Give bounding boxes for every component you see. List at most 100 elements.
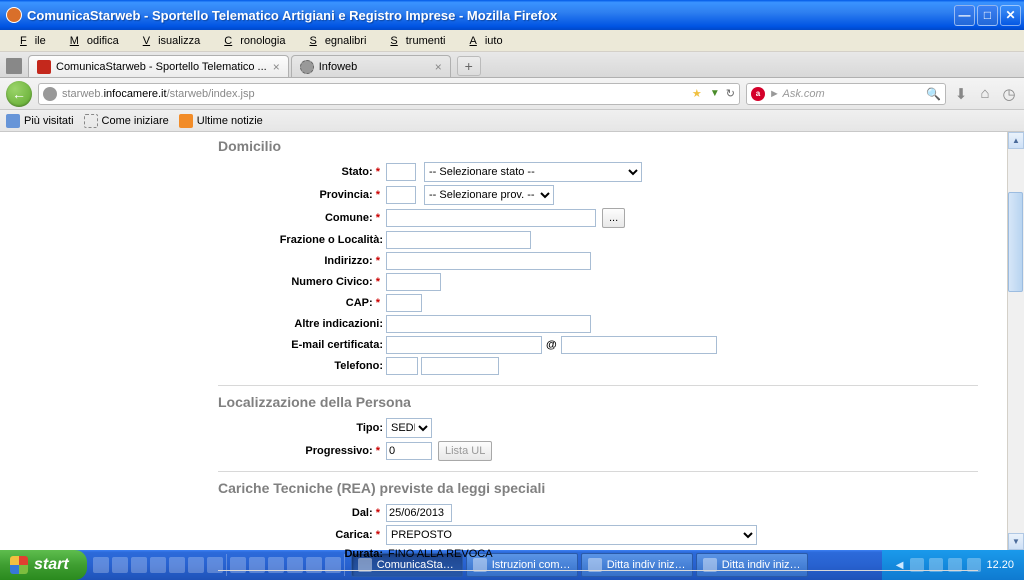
label-comune: Comune: * xyxy=(218,212,386,224)
label-durata: Durata: xyxy=(218,548,386,560)
ql-icon[interactable] xyxy=(131,557,147,573)
page-icon xyxy=(84,114,98,128)
menubar: File Modifica Visualizza Cronologia Segn… xyxy=(0,30,1024,52)
new-tab-button[interactable]: + xyxy=(457,56,481,76)
tab-close-icon[interactable]: × xyxy=(273,60,280,74)
value-durata: FINO ALLA REVOCA xyxy=(386,548,493,560)
section-domicilio: Domicilio xyxy=(218,138,1007,154)
bookmark-mostvisited[interactable]: Più visitati xyxy=(6,114,74,128)
bookmark-ultimenotizie[interactable]: Ultime notizie xyxy=(179,114,263,128)
select-tipo[interactable]: SEDE xyxy=(386,418,432,438)
ql-icon[interactable] xyxy=(150,557,166,573)
label-tipo: Tipo: xyxy=(218,422,386,434)
url-bar[interactable]: starweb.infocamere.it/starweb/index.jsp … xyxy=(38,83,740,105)
label-indirizzo: Indirizzo: * xyxy=(218,255,386,267)
input-civico[interactable] xyxy=(386,273,441,291)
section-localizzazione: Localizzazione della Persona xyxy=(218,394,1007,410)
print-icon[interactable] xyxy=(6,58,22,74)
close-button[interactable]: ✕ xyxy=(1000,5,1021,26)
section-cariche: Cariche Tecniche (REA) previste da leggi… xyxy=(218,480,1007,496)
url-text: starweb.infocamere.it/starweb/index.jsp xyxy=(62,88,692,100)
reload-icon[interactable]: ↻ xyxy=(726,87,735,100)
window-titlebar: ComunicaStarweb - Sportello Telematico A… xyxy=(0,0,1024,30)
divider xyxy=(218,471,978,472)
content-area: Domicilio Stato: * -- Selezionare stato … xyxy=(0,132,1024,550)
divider xyxy=(218,570,978,571)
tray-expand-icon[interactable]: ◀ xyxy=(896,560,904,571)
divider xyxy=(218,385,978,386)
scroll-thumb[interactable] xyxy=(1008,192,1023,292)
label-dal: Dal: * xyxy=(218,507,386,519)
button-comune-lookup[interactable]: ... xyxy=(602,208,625,228)
bookmark-star-icon[interactable]: ★ xyxy=(692,87,706,101)
label-frazione: Frazione o Località: xyxy=(218,234,386,246)
clock-icon[interactable]: ◷ xyxy=(1000,85,1018,103)
select-stato[interactable]: -- Selezionare stato -- xyxy=(424,162,642,182)
input-email-user[interactable] xyxy=(386,336,542,354)
ql-icon[interactable] xyxy=(188,557,204,573)
tabbar: ComunicaStarweb - Sportello Telematico .… xyxy=(0,52,1024,78)
menu-history[interactable]: Cronologia xyxy=(208,33,293,49)
folder-icon xyxy=(6,114,20,128)
input-cap[interactable] xyxy=(386,294,422,312)
input-tel-prefix[interactable] xyxy=(386,357,418,375)
input-email-domain[interactable] xyxy=(561,336,717,354)
menu-file[interactable]: File xyxy=(4,33,54,49)
input-stato-code[interactable] xyxy=(386,163,416,181)
download-icon[interactable]: ⬇ xyxy=(952,85,970,103)
left-column xyxy=(0,132,218,550)
clock[interactable]: 12.20 xyxy=(986,559,1014,571)
ql-icon[interactable] xyxy=(169,557,185,573)
input-dal[interactable] xyxy=(386,504,452,522)
search-bar[interactable]: a ► Ask.com 🔍 xyxy=(746,83,946,105)
menu-help[interactable]: Aiuto xyxy=(454,33,511,49)
ql-icon[interactable] xyxy=(112,557,128,573)
minimize-button[interactable]: — xyxy=(954,5,975,26)
label-cap: CAP: * xyxy=(218,297,386,309)
rss-icon xyxy=(179,114,193,128)
input-comune[interactable] xyxy=(386,209,596,227)
label-civico: Numero Civico: * xyxy=(218,276,386,288)
select-provincia[interactable]: -- Selezionare prov. -- xyxy=(424,185,554,205)
firefox-icon xyxy=(6,7,22,23)
bookmark-comeiniziare[interactable]: Come iniziare xyxy=(84,114,169,128)
scroll-up-button[interactable]: ▲ xyxy=(1008,132,1024,149)
input-indirizzo[interactable] xyxy=(386,252,591,270)
windows-logo-icon xyxy=(10,556,28,574)
maximize-button[interactable]: □ xyxy=(977,5,998,26)
label-progressivo: Progressivo: * xyxy=(218,445,386,457)
ql-icon[interactable] xyxy=(93,557,109,573)
select-carica[interactable]: PREPOSTO xyxy=(386,525,757,545)
input-tel-number[interactable] xyxy=(421,357,499,375)
button-listaul: Lista UL xyxy=(438,441,492,461)
input-progressivo[interactable] xyxy=(386,442,432,460)
navbar: ← starweb.infocamere.it/starweb/index.js… xyxy=(0,78,1024,110)
ask-icon: a xyxy=(751,87,765,101)
label-altre: Altre indicazioni: xyxy=(218,318,386,330)
dropdown-icon[interactable]: ▼ xyxy=(710,88,720,99)
menu-view[interactable]: Visualizza xyxy=(127,33,209,49)
home-icon[interactable]: ⌂ xyxy=(976,85,994,103)
menu-edit[interactable]: Modifica xyxy=(54,33,127,49)
scroll-down-button[interactable]: ▼ xyxy=(1008,533,1024,550)
label-provincia: Provincia: * xyxy=(218,189,386,201)
back-button[interactable]: ← xyxy=(6,81,32,107)
tab-infoweb[interactable]: Infoweb × xyxy=(291,55,451,77)
input-frazione[interactable] xyxy=(386,231,531,249)
tab-comunicastarweb[interactable]: ComunicaStarweb - Sportello Telematico .… xyxy=(28,55,289,77)
tab-icon xyxy=(37,60,51,74)
scrollbar[interactable]: ▲ ▼ xyxy=(1007,132,1024,550)
globe-icon xyxy=(43,87,57,101)
menu-tools[interactable]: Strumenti xyxy=(374,33,453,49)
bookmarks-bar: Più visitati Come iniziare Ultime notizi… xyxy=(0,110,1024,132)
input-provincia-code[interactable] xyxy=(386,186,416,204)
search-icon[interactable]: 🔍 xyxy=(926,87,941,101)
window-title: ComunicaStarweb - Sportello Telematico A… xyxy=(27,8,954,23)
menu-bookmarks[interactable]: Segnalibri xyxy=(293,33,374,49)
label-telefono: Telefono: xyxy=(218,360,386,372)
label-email: E-mail certificata: xyxy=(218,339,386,351)
tab-icon xyxy=(300,60,314,74)
main-form: Domicilio Stato: * -- Selezionare stato … xyxy=(218,132,1007,550)
tab-close-icon[interactable]: × xyxy=(435,60,442,74)
input-altre[interactable] xyxy=(386,315,591,333)
